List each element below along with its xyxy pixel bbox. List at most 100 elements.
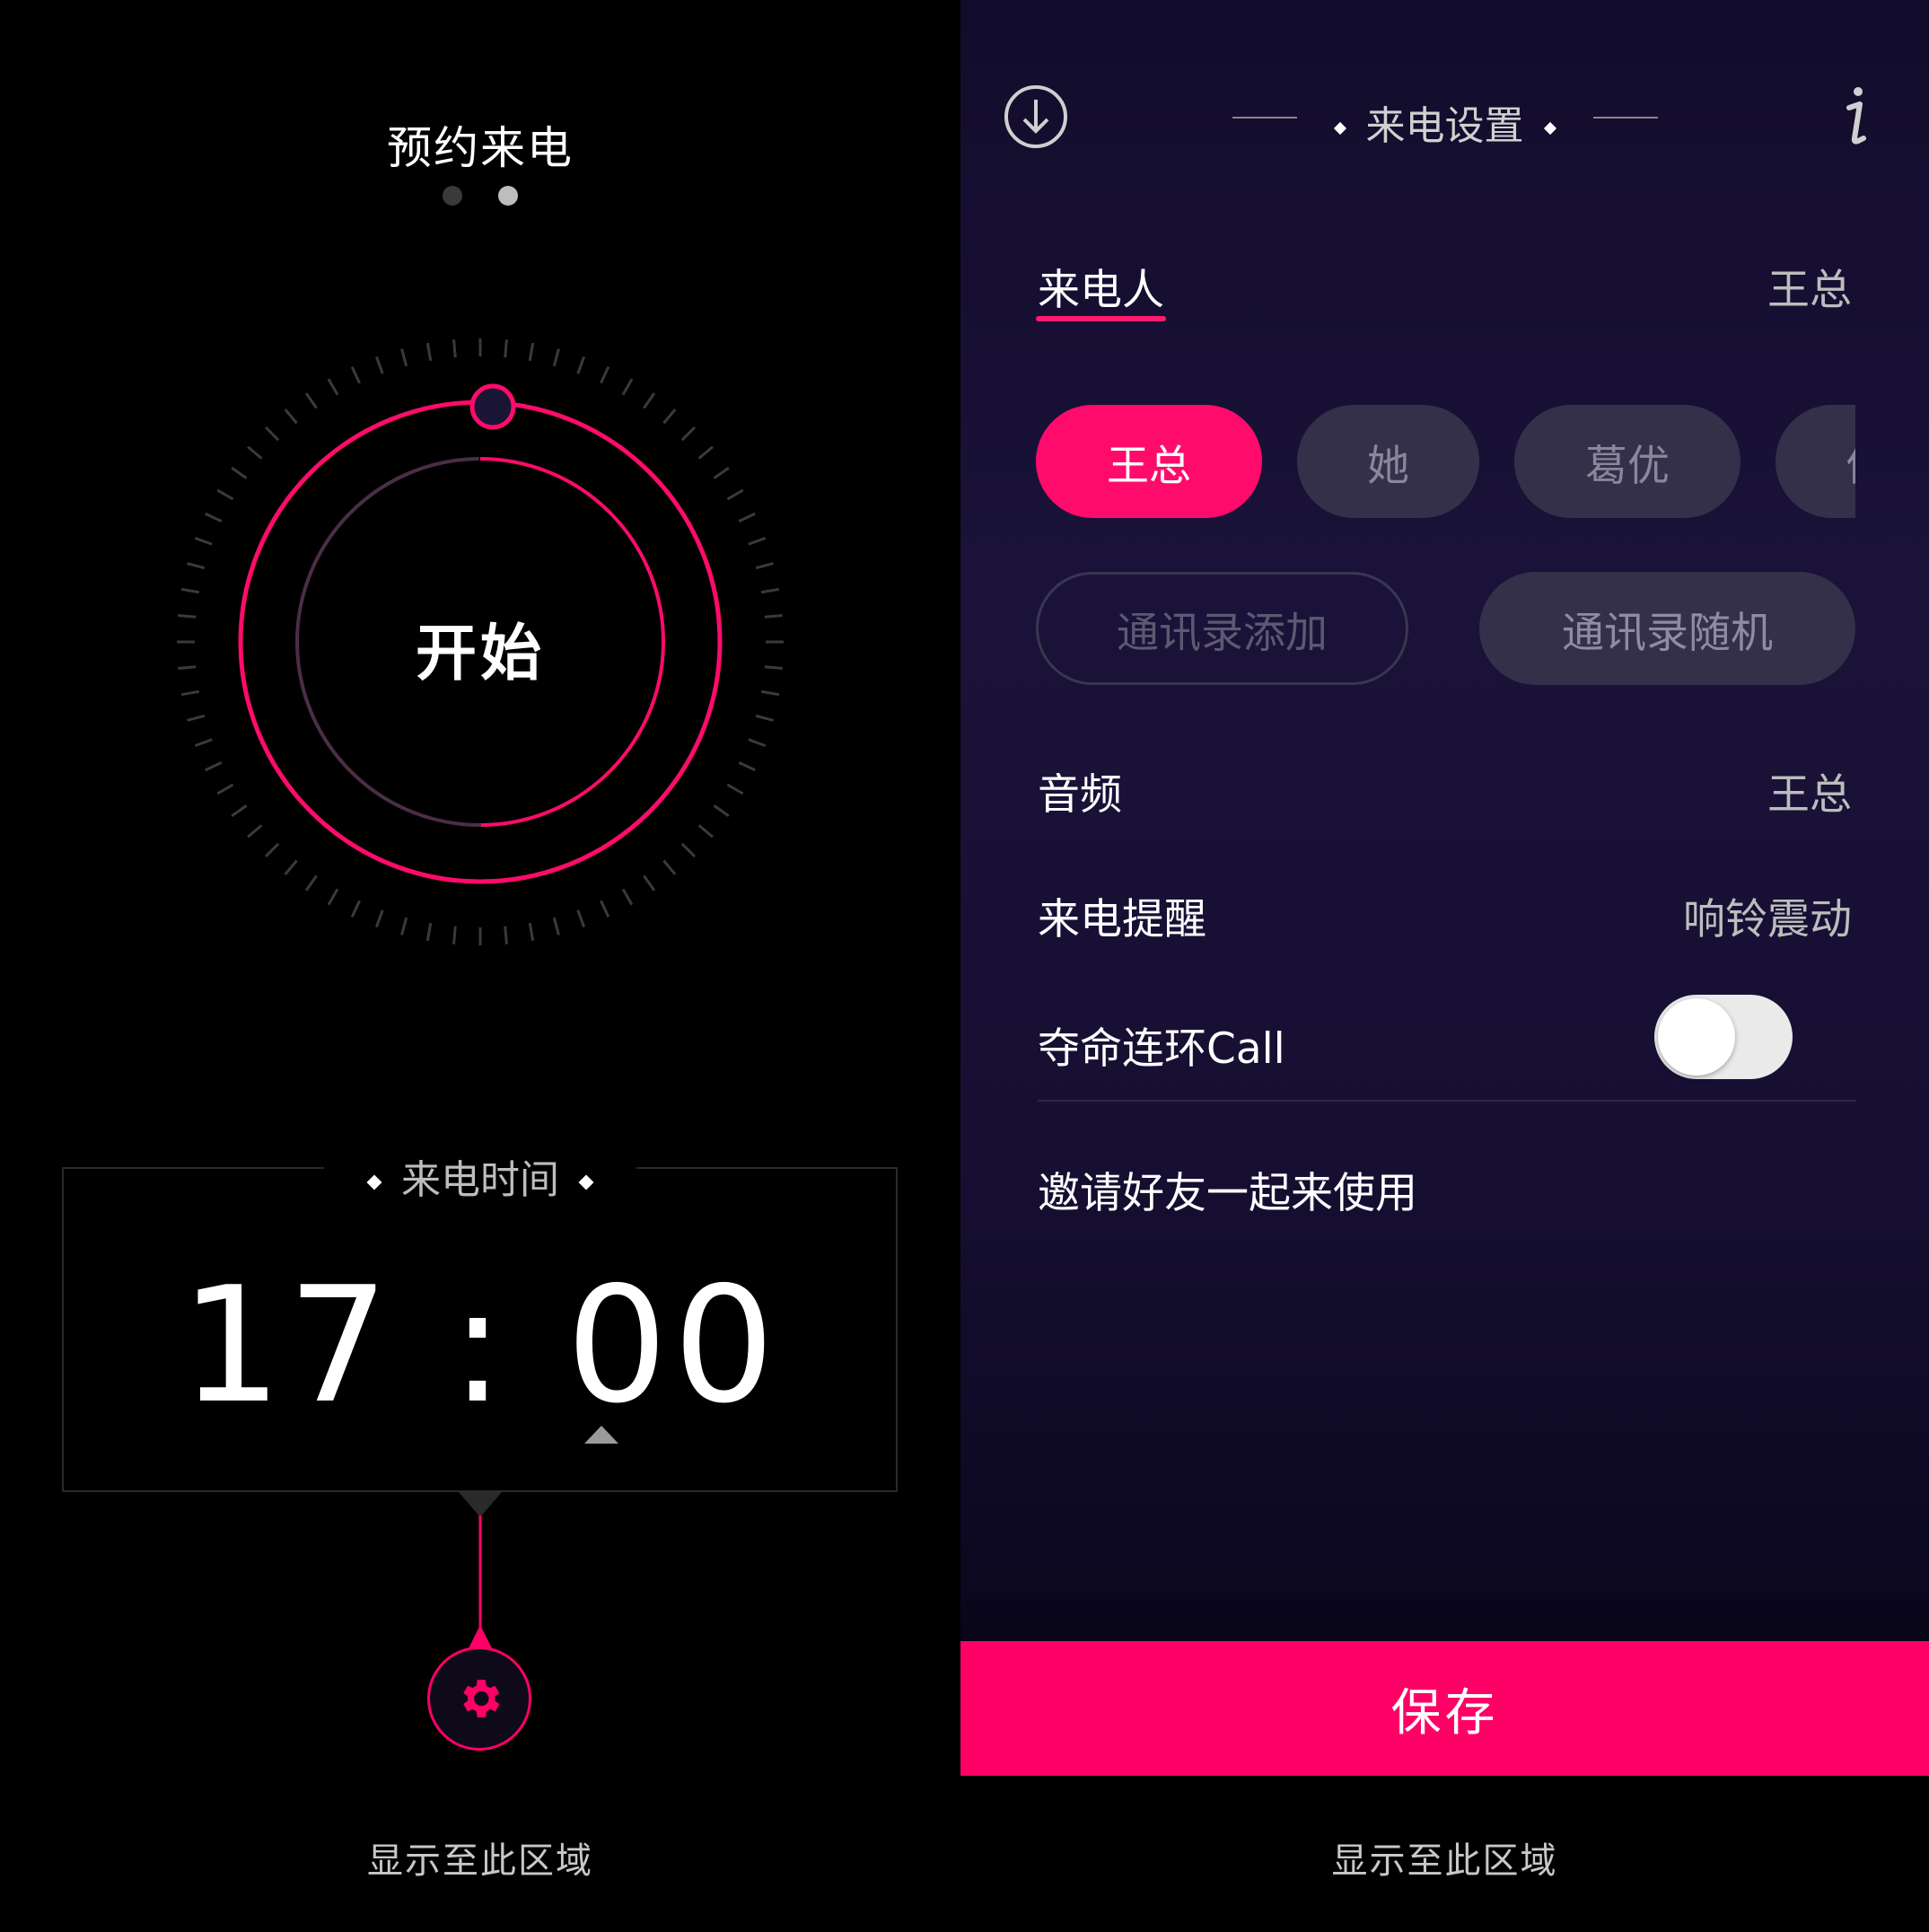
dial-tick: [552, 348, 560, 367]
dial-tick: [247, 824, 263, 839]
dial-tick: [350, 900, 361, 918]
page-title: 预约来电: [387, 122, 574, 174]
dial-tick: [755, 714, 774, 722]
reminder-label[interactable]: 来电提醒: [1038, 884, 1206, 946]
settings-title: 来电设置: [960, 93, 1929, 151]
dial-tick: [697, 824, 714, 839]
dial-tick: [194, 738, 213, 748]
dial-tick: [205, 512, 223, 523]
dial-tick: [662, 859, 677, 875]
display-area-hint-right: 显示至此区域: [1331, 1840, 1558, 1882]
dial-tick: [738, 512, 756, 523]
dial-tick: [284, 408, 298, 425]
dial-tick: [528, 922, 535, 942]
dial-tick: [304, 874, 318, 891]
dial-tick: [264, 842, 280, 858]
dial-tick: [680, 426, 697, 442]
diamond-icon: [1333, 121, 1346, 136]
dial-tick: [231, 804, 248, 818]
dial-tick: [194, 536, 213, 546]
loop-call-label: 夺命连环Call: [1038, 1024, 1285, 1074]
dial-tick: [504, 926, 508, 944]
dial-tick: [187, 714, 206, 722]
caller-chip-he[interactable]: 何: [1776, 405, 1855, 518]
dial-tick: [697, 445, 714, 460]
info-icon[interactable]: [1840, 84, 1872, 149]
dial-tick: [760, 587, 780, 594]
dial-tick: [643, 874, 656, 891]
dial-tick: [452, 339, 457, 358]
dial-tick: [216, 783, 234, 795]
dial-tick: [621, 378, 634, 396]
caller-chip-ta[interactable]: 她: [1297, 405, 1479, 518]
dial-tick: [350, 366, 361, 384]
display-area-hint: 显示至此区域: [367, 1840, 593, 1882]
dial-tick: [713, 466, 730, 479]
dial-tick: [504, 339, 508, 358]
gear-icon: [463, 1680, 500, 1717]
dial-tick: [726, 488, 744, 501]
dial-tick: [264, 426, 280, 442]
schedule-call-panel: 预约来电 开始 来电时间 17 : 00 显示至此区域: [0, 0, 960, 1932]
toggle-knob: [1658, 998, 1735, 1076]
caret-up-icon: [584, 1426, 618, 1444]
dial-tick: [748, 536, 767, 546]
diamond-icon: [1543, 121, 1556, 136]
page-indicator-dot-2[interactable]: [498, 186, 518, 206]
dial-tick: [600, 366, 610, 384]
dial-tick: [304, 392, 318, 409]
settings-button[interactable]: [427, 1647, 531, 1751]
dial-tick: [738, 761, 756, 772]
caller-tab-underline: [1036, 316, 1166, 321]
call-time-label: 来电时间: [401, 1157, 559, 1203]
dial-tick: [726, 783, 744, 795]
settings-title-text: 来电设置: [1365, 103, 1524, 149]
dial-tick: [662, 408, 677, 425]
connector-line: [459, 1492, 502, 1650]
dial-tick: [374, 356, 384, 374]
caller-label[interactable]: 来电人: [1038, 255, 1164, 317]
dial-tick: [576, 909, 586, 928]
dial-tick: [327, 378, 339, 396]
dial-tick: [216, 488, 234, 501]
dial-tick: [748, 738, 767, 748]
dial-tick: [452, 926, 457, 944]
loop-call-toggle[interactable]: [1654, 995, 1793, 1079]
call-time-header: 来电时间: [0, 1147, 960, 1205]
caller-chip-geyou[interactable]: 葛优: [1514, 405, 1740, 518]
dial-tick: [231, 466, 248, 479]
dial-tick: [713, 804, 730, 818]
audio-value[interactable]: 王总: [1767, 760, 1852, 821]
dial-tick: [247, 445, 263, 460]
invite-friends-link[interactable]: 邀请好友一起来使用: [1038, 1158, 1417, 1220]
caller-chip-wangzong[interactable]: 王总: [1036, 405, 1262, 518]
section-divider: [1038, 1100, 1856, 1102]
dial-tick: [425, 922, 433, 942]
dial-tick: [374, 909, 384, 928]
call-time-value[interactable]: 17 : 00: [0, 1252, 960, 1438]
start-button[interactable]: 开始: [0, 603, 960, 692]
caller-chip-clip: 何: [1776, 405, 1855, 518]
reminder-value[interactable]: 响铃震动: [1683, 884, 1852, 946]
dial-tick: [425, 342, 433, 362]
save-button[interactable]: 保存: [960, 1641, 1929, 1776]
dial-tick: [180, 587, 200, 594]
contact-random-button[interactable]: 通讯录随机: [1479, 572, 1855, 685]
audio-label[interactable]: 音频: [1038, 760, 1122, 821]
dial-tick: [327, 888, 339, 906]
diamond-icon: [366, 1174, 382, 1190]
diamond-icon: [578, 1174, 594, 1190]
dial-tick: [755, 562, 774, 570]
dial-tick: [187, 562, 206, 570]
dial-tick: [400, 348, 408, 367]
contact-add-button[interactable]: 通讯录添加: [1036, 572, 1408, 685]
dial-handle[interactable]: [469, 383, 516, 430]
dial-tick: [621, 888, 634, 906]
page-indicator-dot-1[interactable]: [443, 186, 462, 206]
dial-tick: [400, 917, 408, 935]
dial-tick: [680, 842, 697, 858]
dial-tick: [205, 761, 223, 772]
dial-tick: [600, 900, 610, 918]
caller-value: 王总: [1767, 266, 1852, 315]
dial-tick: [643, 392, 656, 409]
